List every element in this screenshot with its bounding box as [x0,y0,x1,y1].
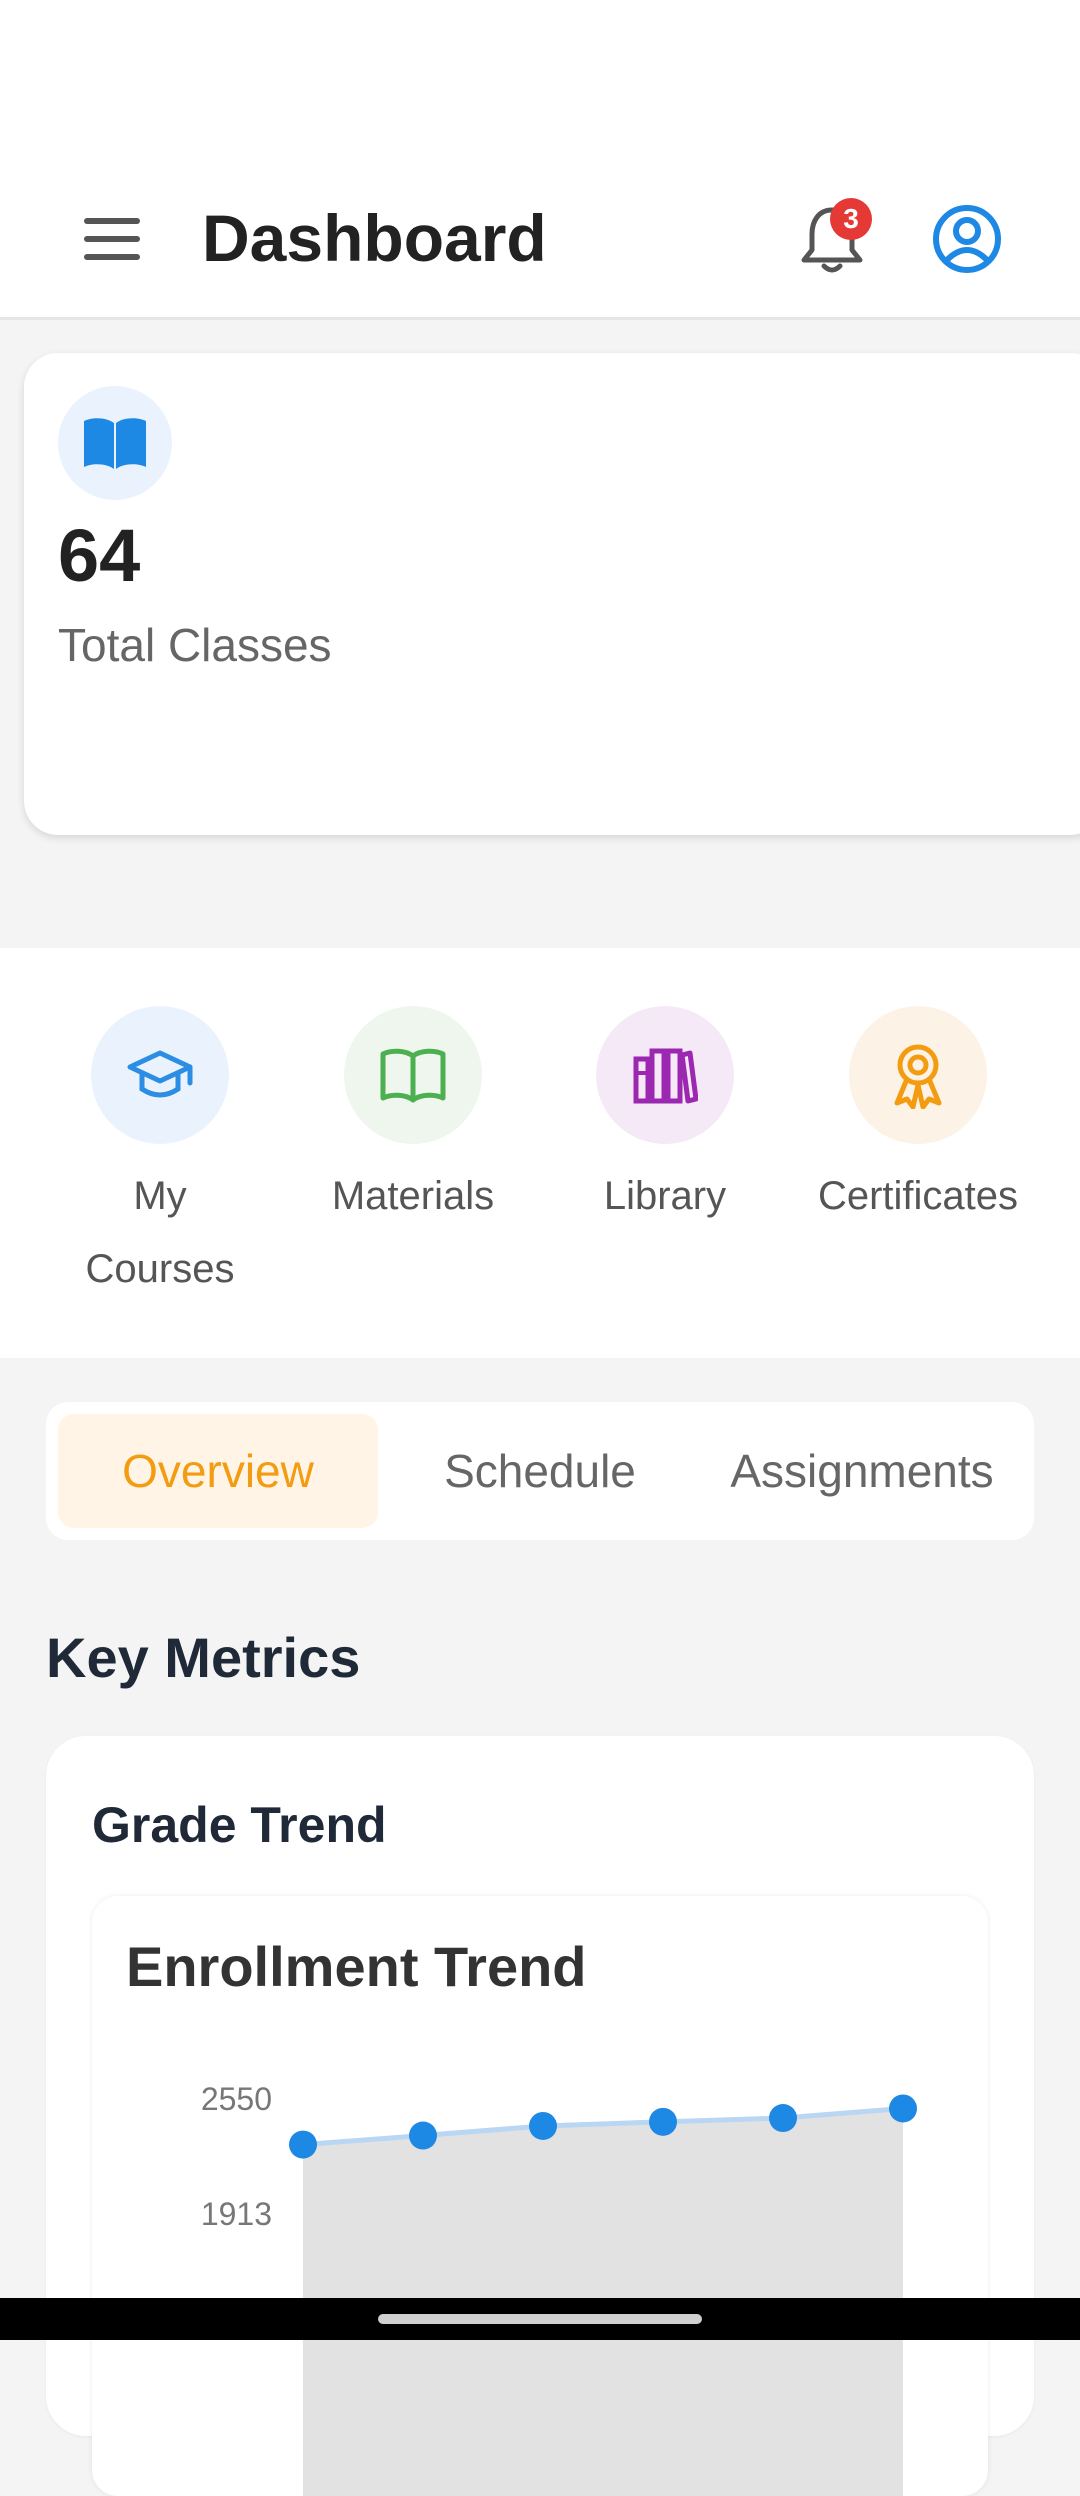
quick-action-label: My Courses [85,1174,235,1291]
quick-action-certificates[interactable]: Certificates [792,1006,1044,1233]
profile-button[interactable] [931,203,1003,275]
data-point[interactable] [889,2094,917,2123]
tab-bar: Overview Schedule Assignments [46,1402,1034,1540]
stat-value: 64 [58,514,141,597]
book-icon [380,1048,446,1103]
total-classes-card[interactable]: 64 Total Classes [24,353,1080,835]
tab-overview[interactable]: Overview [58,1414,378,1528]
award-icon [894,1044,942,1109]
data-point[interactable] [529,2111,557,2140]
quick-action-label: Materials [331,1174,495,1218]
quick-action-label: Library [603,1174,727,1218]
section-title: Key Metrics [46,1626,361,1689]
data-point[interactable] [769,2104,797,2133]
account-icon [933,205,1001,273]
status-bar [0,0,1080,80]
quick-action-label: Certificates [817,1174,1019,1218]
system-nav-bar [0,2298,1080,2340]
books-icon [633,1048,698,1104]
y-tick-label: 1913 [201,2196,272,2232]
data-point[interactable] [409,2121,437,2150]
enrollment-chart: 2550 1913 [201,2081,917,2496]
card-title: Grade Trend [92,1797,387,1853]
app-bar: Dashboard [0,80,1080,320]
y-tick-label: 2550 [201,2081,272,2117]
stat-icon-circle [58,386,172,500]
page-title: Dashboard [202,201,547,275]
chart-title: Enrollment Trend [126,1935,587,1998]
data-point[interactable] [289,2130,317,2159]
quick-action-materials[interactable]: Materials [287,1006,539,1233]
stat-label: Total Classes [58,619,332,671]
quick-action-my-courses[interactable]: My Courses [34,1006,286,1306]
tab-assignments[interactable]: Assignments [702,1414,1022,1528]
enrollment-chart-card: Enrollment Trend 2550 1913 [92,1896,988,2496]
graduation-cap-icon [127,1050,193,1098]
quick-action-library[interactable]: Library [539,1006,791,1233]
tab-schedule[interactable]: Schedule [380,1414,700,1528]
quick-actions: My Courses Materials Library Certificate… [0,948,1080,1358]
open-book-icon [84,418,146,469]
home-indicator[interactable] [378,2314,702,2324]
notification-badge: 3 [830,198,872,240]
data-point[interactable] [649,2107,677,2136]
menu-icon[interactable] [84,218,140,262]
